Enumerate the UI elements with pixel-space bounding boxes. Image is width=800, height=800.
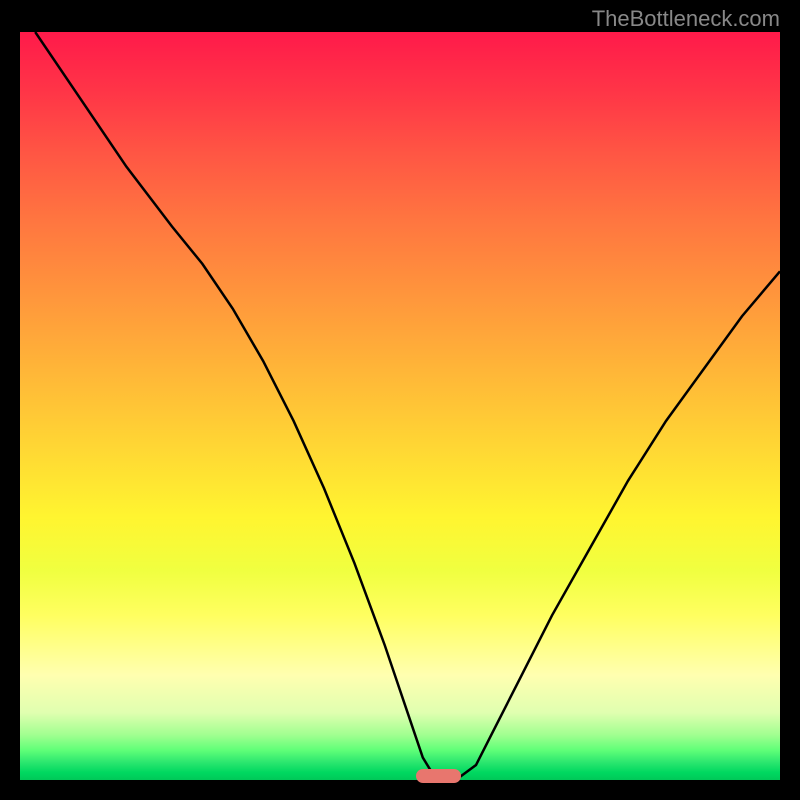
bottleneck-curve	[20, 32, 780, 780]
chart-container	[20, 32, 780, 780]
watermark-text: TheBottleneck.com	[592, 6, 780, 32]
optimal-marker	[416, 769, 461, 783]
